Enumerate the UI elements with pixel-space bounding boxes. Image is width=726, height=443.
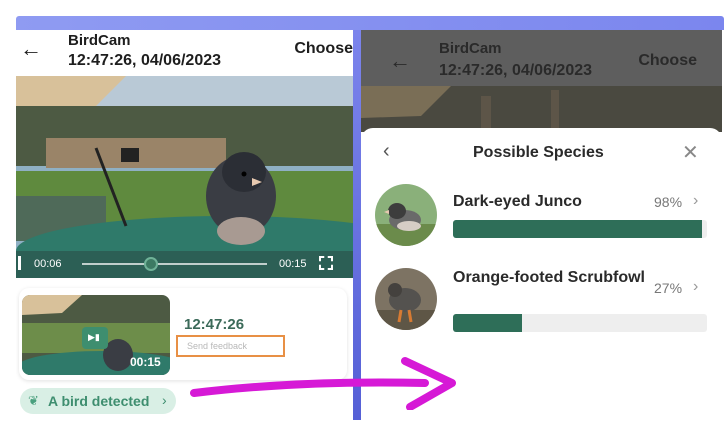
clip-badge: ▶▮ (82, 327, 108, 349)
species-name: Dark-eyed Junco (453, 193, 582, 210)
close-icon[interactable]: ✕ (682, 140, 699, 165)
video-duration: 00:15 (279, 258, 307, 270)
bird-detected-chip[interactable]: ❦ A bird detected › (20, 388, 176, 414)
fullscreen-icon[interactable] (319, 256, 333, 270)
back-arrow-icon: ← (389, 48, 411, 73)
video-scrubber-track[interactable] (82, 263, 267, 265)
dimmed-camera-image (361, 86, 722, 132)
species-avatar (375, 184, 437, 246)
chevron-right-icon: › (693, 192, 699, 209)
sheet-title: Possible Species (473, 144, 604, 161)
window-top-border (16, 16, 724, 30)
scrubfowl-image (375, 268, 437, 330)
event-time: 12:47:26 (184, 316, 245, 333)
dimmed-video (361, 86, 722, 132)
app-title: BirdCam (439, 40, 502, 57)
video-scrubber-handle[interactable] (144, 257, 158, 271)
dimmed-app-header: ← BirdCam 12:47:26, 04/06/2023 Choose (361, 30, 722, 86)
app-header: ← BirdCam 12:47:26, 04/06/2023 Choose (16, 30, 353, 76)
species-item[interactable]: Orange-footed Scrubfowl 27% › (361, 268, 722, 348)
junco-image (375, 184, 437, 246)
thumbnail-duration: 00:15 (130, 355, 161, 369)
choose-button[interactable]: Choose (294, 40, 353, 58)
confidence-bar (453, 220, 707, 238)
send-feedback-link[interactable]: Send feedback (176, 335, 285, 357)
bird-detected-label: A bird detected (48, 393, 150, 409)
species-confidence: 27% (654, 280, 683, 296)
species-name: Orange-footed Scrubfowl (453, 269, 645, 286)
species-item[interactable]: Dark-eyed Junco 98% › (361, 184, 722, 264)
video-controls: 00:06 00:15 (16, 248, 353, 278)
app-title: BirdCam (68, 32, 131, 49)
event-datetime: 12:47:26, 04/06/2023 (68, 52, 222, 69)
back-arrow-icon[interactable]: ← (20, 36, 42, 62)
leaf-icon: ❦ (28, 393, 39, 408)
confidence-bar-fill (453, 314, 522, 332)
event-thumbnail[interactable]: ▶▮ 00:15 (22, 295, 170, 375)
chevron-right-icon: › (162, 392, 167, 408)
video-current-time: 00:06 (34, 258, 62, 270)
species-confidence: 98% (654, 194, 683, 210)
chevron-left-icon[interactable]: ‹ (383, 140, 390, 163)
flow-arrow-icon (190, 357, 456, 410)
choose-button: Choose (638, 52, 697, 69)
confidence-bar (453, 314, 707, 332)
video-player[interactable]: 00:06 00:15 (16, 76, 353, 278)
confidence-bar-fill (453, 220, 702, 238)
chevron-right-icon: › (693, 278, 699, 295)
event-datetime: 12:47:26, 04/06/2023 (439, 62, 593, 79)
species-avatar (375, 268, 437, 330)
play-icon[interactable] (18, 256, 21, 270)
send-feedback-label: Send feedback (187, 341, 248, 351)
